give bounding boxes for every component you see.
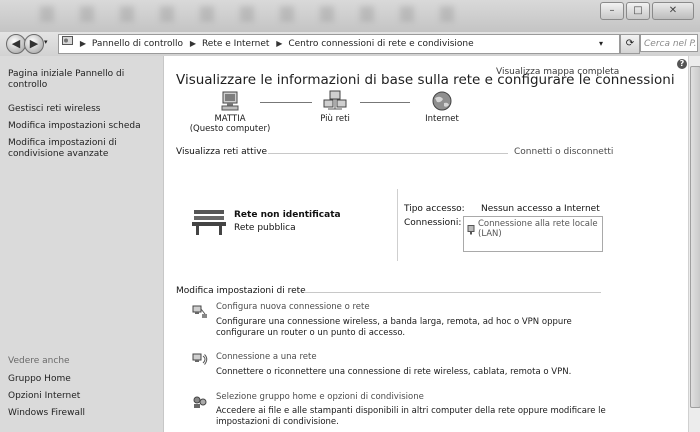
vertical-scrollbar[interactable] bbox=[688, 56, 700, 432]
internet-label: Internet bbox=[425, 114, 459, 124]
sidebar-item-manage-wireless[interactable]: Gestisci reti wireless bbox=[8, 104, 158, 115]
lan-connection-label: Connessione alla rete locale (LAN) bbox=[478, 219, 598, 239]
breadcrumb-control-panel[interactable]: Pannello di controllo bbox=[92, 35, 183, 53]
sidebar-item-internet-options[interactable]: Opzioni Internet bbox=[8, 391, 158, 402]
multiple-networks-icon bbox=[302, 90, 368, 114]
active-networks-heading: Visualizza reti attive bbox=[176, 147, 268, 157]
sidebar-item-advanced-sharing[interactable]: Modifica impostazioni di condivisione av… bbox=[8, 138, 158, 160]
section-divider bbox=[268, 153, 508, 154]
window-controls: – □ ✕ bbox=[598, 2, 694, 20]
network-setup-icon bbox=[192, 304, 208, 318]
maximize-button[interactable]: □ bbox=[626, 2, 650, 20]
breadcrumb-network-internet[interactable]: Rete e Internet bbox=[202, 35, 269, 53]
section-divider bbox=[304, 292, 601, 293]
scrollbar-thumb[interactable] bbox=[690, 66, 700, 408]
connect-network-icon bbox=[192, 352, 208, 366]
help-icon[interactable]: ? bbox=[677, 59, 687, 69]
bench-icon bbox=[192, 206, 226, 236]
main-content: Visualizzare le informazioni di base sul… bbox=[164, 56, 688, 432]
address-dropdown-icon[interactable]: ▾ bbox=[599, 35, 603, 53]
connect-network-link[interactable]: Connessione a una rete bbox=[216, 352, 317, 362]
search-input[interactable]: Cerca nel P... bbox=[640, 34, 698, 52]
network-name: Rete non identificata bbox=[234, 210, 341, 220]
network-adapter-icon bbox=[467, 220, 475, 239]
homegroup-icon bbox=[192, 394, 208, 408]
sidebar: Pagina iniziale Pannello di controllo Ge… bbox=[0, 56, 164, 432]
map-node-internet: Internet bbox=[412, 90, 472, 124]
window-titlebar: – □ ✕ bbox=[0, 0, 700, 32]
back-button[interactable]: ◀ bbox=[6, 34, 26, 54]
breadcrumb-separator-icon[interactable]: ▶ bbox=[190, 35, 196, 53]
multiple-networks-label: Più reti bbox=[320, 114, 350, 124]
sidebar-item-adapter-settings[interactable]: Modifica impostazioni scheda bbox=[8, 121, 158, 132]
network-settings-heading: Modifica impostazioni di rete bbox=[176, 286, 306, 296]
connect-network-description: Connettere o riconnettere una connession… bbox=[216, 367, 572, 377]
full-map-link[interactable]: Visualizza mappa completa bbox=[496, 67, 619, 77]
close-button[interactable]: ✕ bbox=[652, 2, 694, 20]
lan-connection-link[interactable]: Connessione alla rete locale (LAN) bbox=[463, 216, 603, 252]
access-type-value: Nessun accesso a Internet bbox=[481, 204, 600, 214]
see-also-heading: Vedere anche bbox=[8, 356, 70, 366]
titlebar-background bbox=[40, 6, 470, 22]
breadcrumb-separator-icon[interactable]: ▶ bbox=[80, 35, 86, 53]
address-bar[interactable]: ▶ Pannello di controllo ▶ Rete e Interne… bbox=[58, 34, 620, 54]
network-type-link[interactable]: Rete pubblica bbox=[234, 223, 296, 233]
breadcrumb-network-center[interactable]: Centro connessioni di rete e condivision… bbox=[288, 35, 473, 53]
forward-button[interactable]: ▶ bbox=[24, 34, 44, 54]
map-node-multiple-networks: Più reti bbox=[302, 90, 368, 124]
breadcrumb-separator-icon[interactable]: ▶ bbox=[276, 35, 282, 53]
navigation-bar: ◀ ▶ ▾ ▶ Pannello di controllo ▶ Rete e I… bbox=[0, 32, 700, 56]
recent-pages-dropdown-icon[interactable]: ▾ bbox=[44, 38, 48, 46]
computer-subtitle: (Questo computer) bbox=[189, 124, 271, 134]
sidebar-item-windows-firewall[interactable]: Windows Firewall bbox=[8, 408, 158, 419]
sidebar-item-homegroup[interactable]: Gruppo Home bbox=[8, 374, 158, 385]
computer-name: MATTIA bbox=[214, 114, 246, 124]
refresh-button[interactable]: ⟳ bbox=[620, 34, 640, 54]
globe-icon bbox=[412, 90, 472, 114]
setup-connection-link[interactable]: Configura nuova connessione o rete bbox=[216, 302, 370, 312]
setup-connection-description: Configurare una connessione wireless, a … bbox=[216, 317, 572, 338]
control-panel-icon bbox=[62, 35, 73, 53]
connect-disconnect-link[interactable]: Connetti o disconnetti bbox=[514, 147, 613, 157]
minimize-button[interactable]: – bbox=[600, 2, 624, 20]
homegroup-sharing-link[interactable]: Selezione gruppo home e opzioni di condi… bbox=[216, 392, 424, 402]
map-connection-line bbox=[360, 102, 410, 103]
connections-label: Connessioni: bbox=[404, 218, 462, 228]
access-type-label: Tipo accesso: bbox=[404, 204, 465, 214]
sidebar-item-control-panel-home[interactable]: Pagina iniziale Pannello di controllo bbox=[8, 69, 158, 91]
vertical-divider bbox=[397, 189, 398, 261]
homegroup-sharing-description: Accedere ai file e alle stampanti dispon… bbox=[216, 406, 606, 427]
map-node-this-computer: MATTIA (Questo computer) bbox=[182, 90, 278, 134]
